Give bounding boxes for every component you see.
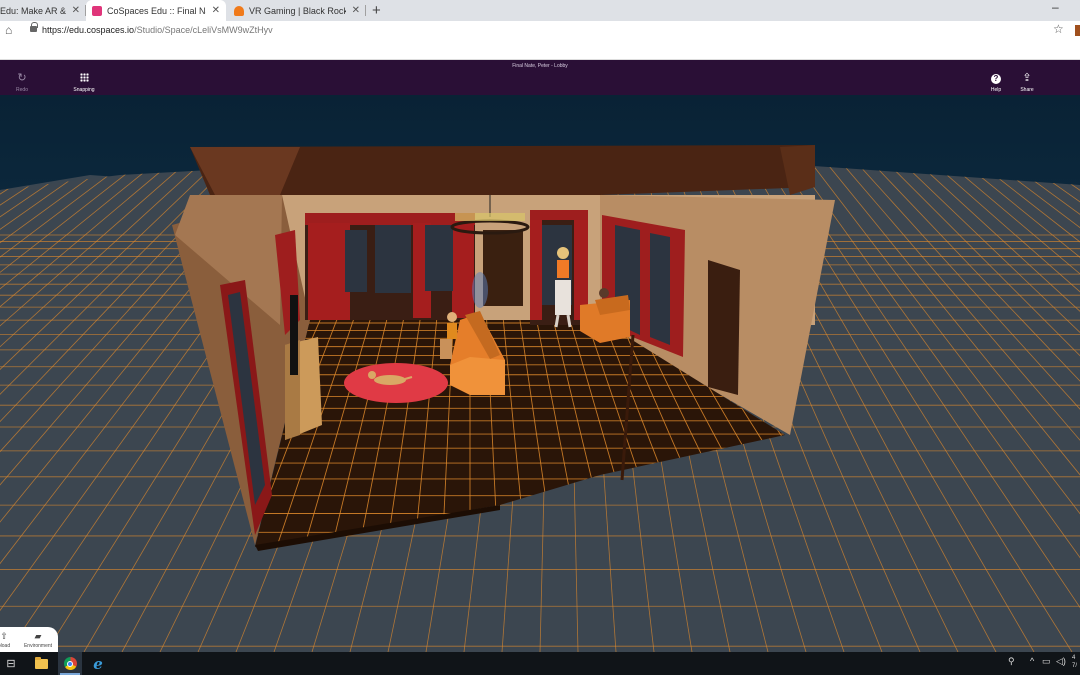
redo-button[interactable]: ↻ Redo [10, 72, 34, 94]
share-icon: ⇪ [1022, 72, 1032, 84]
redo-label: Redo [16, 87, 28, 93]
file-explorer-button[interactable] [31, 652, 51, 675]
cospaces-favicon-icon [92, 5, 102, 16]
browser-blank-strip [0, 40, 1080, 60]
environment-label: Environment [23, 643, 53, 649]
chrome-icon [63, 657, 77, 670]
home-icon[interactable]: ⌂ [5, 23, 12, 37]
upload-icon: ⇧ [0, 631, 8, 641]
browser-tab-strip: Edu: Make AR & VR in ✕ CoSpaces Edu :: F… [0, 0, 1080, 21]
tab-title: Edu: Make AR & VR in [0, 5, 66, 16]
redo-icon: ↻ [17, 72, 27, 84]
clock-time: 4 [1072, 655, 1076, 661]
chrome-taskbar-button[interactable] [58, 652, 82, 675]
tv-screen[interactable] [290, 295, 298, 375]
browser-toolbar: ⌂ https://edu.cospaces.io/Studio/Space/c… [0, 21, 1080, 40]
task-view-icon: ⊟ [6, 658, 16, 670]
space-title: Final Nate, Peter - Lobby [512, 63, 568, 69]
upload-button[interactable]: ⇧ pload [0, 631, 16, 649]
rocket-favicon-icon [234, 5, 244, 16]
close-icon[interactable]: ✕ [72, 5, 80, 16]
network-icon[interactable]: ▭ [1042, 656, 1051, 667]
volume-icon[interactable]: ◁) [1056, 656, 1066, 667]
close-icon[interactable]: ✕ [352, 5, 360, 16]
taskbar-clock[interactable]: 4 7/ [1072, 654, 1077, 670]
close-icon[interactable]: ✕ [212, 5, 220, 16]
upload-label: pload [0, 643, 11, 649]
grid-icon [79, 73, 89, 82]
ghost-figure[interactable] [472, 272, 488, 308]
share-label: Share [1020, 87, 1034, 93]
windows-taskbar: ⊟ e ⚲ ^ ▭ ◁) 4 7/ [0, 652, 1080, 675]
chevron-up-icon[interactable]: ^ [1030, 656, 1034, 666]
url-path: /Studio/Space/cLeliVsMW9wZtHyv [134, 25, 273, 35]
snapping-label: Snapping [73, 87, 95, 93]
clock-date: 7/ [1072, 663, 1078, 669]
bookmark-star-icon[interactable]: ☆ [1053, 22, 1064, 36]
help-button[interactable]: ? Help [986, 73, 1006, 93]
tab-title: CoSpaces Edu :: Final Nate, Peter [107, 5, 206, 16]
window-minimize-icon[interactable]: – [1052, 0, 1059, 14]
internet-explorer-icon: e [93, 654, 103, 673]
extension-icon[interactable] [1075, 25, 1080, 36]
tab-title: VR Gaming | Black Rocket [249, 5, 346, 16]
object-library-panel: ⇧ pload ▰ Environment [0, 627, 58, 652]
task-view-button[interactable]: ⊟ [2, 652, 20, 675]
share-button[interactable]: ⇪ Share [1016, 72, 1038, 94]
scene-canvas[interactable] [0, 95, 1080, 652]
new-tab-plus-icon[interactable]: + [372, 2, 381, 19]
right-door[interactable] [708, 260, 740, 395]
environment-icon: ▰ [34, 631, 42, 641]
help-icon: ? [991, 74, 1001, 84]
browser-tab-final-nate-peter[interactable]: CoSpaces Edu :: Final Nate, Peter ✕ [86, 0, 226, 21]
help-label: Help [990, 87, 1002, 93]
snapping-button[interactable]: Snapping [70, 73, 98, 93]
internet-explorer-button[interactable]: e [88, 652, 108, 675]
3d-scene-viewport[interactable] [0, 95, 1080, 652]
browser-tab-cospaces-home[interactable]: Edu: Make AR & VR in ✕ [0, 0, 86, 21]
back-door[interactable] [483, 230, 523, 306]
folder-icon [34, 656, 48, 669]
cospaces-app-header: Final Nate, Peter - Lobby ↻ Redo Snappin… [0, 60, 1080, 95]
lock-icon[interactable] [30, 22, 38, 33]
browser-tab-vr-gaming[interactable]: VR Gaming | Black Rocket ✕ [228, 0, 366, 21]
url-host: https://edu.cospaces.io [42, 25, 135, 35]
address-bar[interactable]: https://edu.cospaces.io/Studio/Space/cLe… [42, 25, 273, 35]
environment-button[interactable]: ▰ Environment [20, 631, 56, 649]
people-icon[interactable]: ⚲ [1008, 656, 1015, 667]
